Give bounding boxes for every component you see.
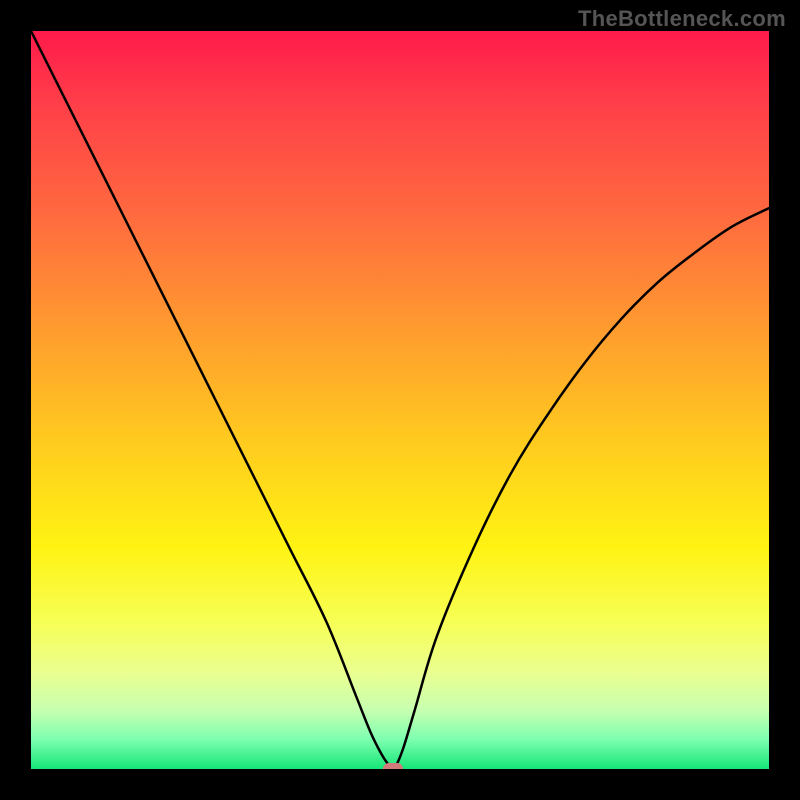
bottleneck-curve xyxy=(31,31,769,769)
watermark-text: TheBottleneck.com xyxy=(578,6,786,32)
optimal-marker xyxy=(383,763,403,769)
chart-container: TheBottleneck.com xyxy=(0,0,800,800)
plot-area xyxy=(31,31,769,769)
curve-svg xyxy=(31,31,769,769)
